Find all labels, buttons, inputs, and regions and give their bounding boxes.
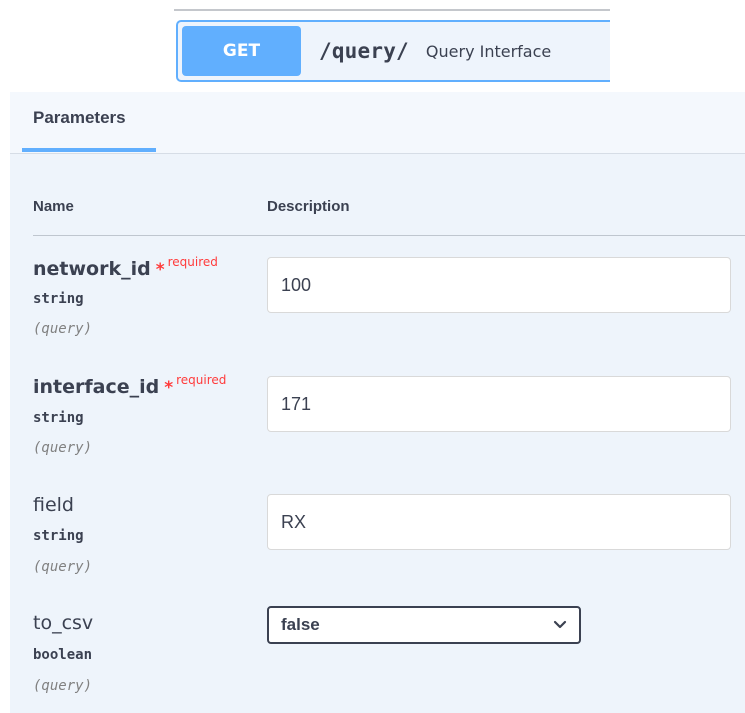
param-name-field: field <box>33 494 74 516</box>
tab-parameters[interactable]: Parameters <box>33 108 126 128</box>
param-type: boolean <box>33 647 93 663</box>
interface-id-input[interactable] <box>267 376 731 432</box>
param-type: string <box>33 291 84 307</box>
param-name-to-csv: to_csv <box>33 612 94 634</box>
parameters-panel: Parameters Name Description network_id * r… <box>10 92 745 713</box>
param-location: (query) <box>33 440 93 456</box>
tab-active-indicator <box>22 148 156 152</box>
top-divider <box>174 9 610 11</box>
param-name-network-id: network_id * required <box>33 255 218 280</box>
endpoint-path: /query/ <box>319 39 409 63</box>
header-divider <box>33 235 745 236</box>
required-label: required <box>167 255 218 269</box>
to-csv-selected-value: false <box>281 615 320 634</box>
param-name-interface-id: interface_id * required <box>33 373 227 398</box>
field-input[interactable] <box>267 494 731 550</box>
column-header-name: Name <box>33 198 74 215</box>
param-location: (query) <box>33 678 93 694</box>
column-header-description: Description <box>267 198 350 215</box>
required-label: required <box>176 373 227 387</box>
endpoint-summary-bar[interactable]: GET /query/ Query Interface <box>176 20 610 82</box>
chevron-down-icon <box>553 620 567 629</box>
endpoint-summary: Query Interface <box>425 41 552 61</box>
required-star: * <box>164 378 174 398</box>
param-location: (query) <box>33 559 93 575</box>
to-csv-select[interactable]: false <box>267 606 581 644</box>
required-star: * <box>155 260 165 280</box>
tab-header: Parameters <box>10 92 745 154</box>
param-location: (query) <box>33 321 93 337</box>
param-type: string <box>33 528 84 544</box>
network-id-input[interactable] <box>267 257 731 313</box>
method-badge: GET <box>182 26 301 76</box>
param-type: string <box>33 410 84 426</box>
